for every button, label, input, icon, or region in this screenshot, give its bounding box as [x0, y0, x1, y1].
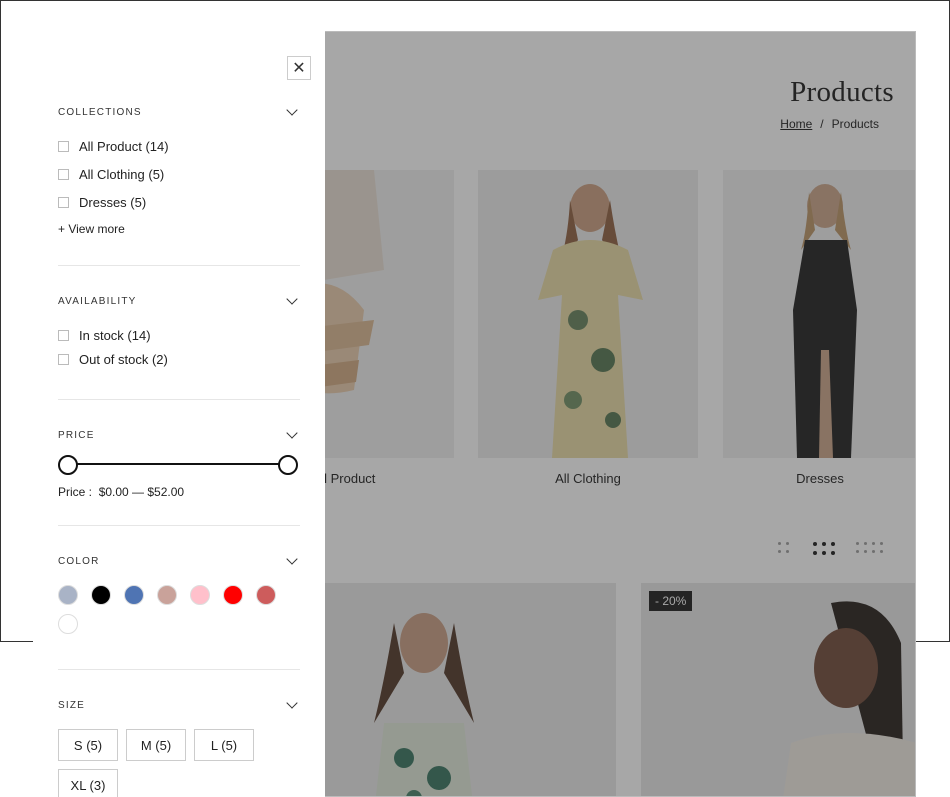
chevron-down-icon — [286, 104, 298, 116]
size-heading: SIZE — [58, 699, 86, 711]
chevron-down-icon — [286, 553, 298, 565]
price-heading: PRICE — [58, 429, 95, 441]
option-label: All Clothing (5) — [79, 166, 165, 182]
color-swatch[interactable] — [223, 585, 243, 605]
availability-filter-header[interactable]: AVAILABILITY — [58, 293, 300, 309]
color-swatch[interactable] — [124, 585, 144, 605]
size-option-l[interactable]: L (5) — [194, 729, 254, 761]
size-filter-header[interactable]: SIZE — [58, 697, 300, 713]
color-filter: COLOR — [58, 553, 300, 643]
chevron-down-icon — [286, 293, 298, 305]
size-filter: SIZE S (5) M (5) L (5) XL (3) — [58, 697, 300, 797]
checkbox[interactable] — [58, 329, 69, 341]
divider — [58, 399, 300, 400]
color-swatch[interactable] — [190, 585, 210, 605]
filter-option-out-of-stock[interactable]: Out of stock (2) — [58, 349, 300, 369]
price-filter: PRICE Price : $0.00 — $52.00 — [58, 427, 300, 499]
close-icon: ✕ — [292, 60, 306, 77]
view-more-link[interactable]: + View more — [58, 222, 300, 236]
filter-option-dresses[interactable]: Dresses (5) — [58, 192, 300, 212]
filter-option-in-stock[interactable]: In stock (14) — [58, 325, 300, 345]
chevron-down-icon — [286, 697, 298, 709]
filter-drawer: ✕ COLLECTIONS All Product (14) All Cloth… — [33, 31, 325, 797]
availability-heading: AVAILABILITY — [58, 295, 137, 307]
size-option-s[interactable]: S (5) — [58, 729, 118, 761]
filter-option-all-product[interactable]: All Product (14) — [58, 136, 300, 156]
price-filter-header[interactable]: PRICE — [58, 427, 300, 443]
color-swatch[interactable] — [157, 585, 177, 605]
option-label: In stock (14) — [79, 327, 151, 343]
close-filter-button[interactable]: ✕ — [287, 56, 311, 80]
checkbox[interactable] — [58, 196, 69, 208]
color-swatch[interactable] — [58, 614, 78, 634]
color-swatch[interactable] — [256, 585, 276, 605]
divider — [58, 525, 300, 526]
collections-filter-header[interactable]: COLLECTIONS — [58, 104, 300, 120]
color-heading: COLOR — [58, 555, 100, 567]
price-max-handle[interactable] — [278, 455, 298, 475]
price-label: Price : — [58, 485, 93, 499]
color-swatches — [58, 585, 300, 643]
price-range-value: $0.00 — $52.00 — [98, 485, 185, 499]
collections-heading: COLLECTIONS — [58, 106, 142, 118]
price-range-text: Price : $0.00 — $52.00 — [58, 485, 300, 499]
availability-filter: AVAILABILITY In stock (14) Out of stock … — [58, 293, 300, 369]
option-label: Dresses (5) — [79, 194, 147, 210]
collections-filter: COLLECTIONS All Product (14) All Clothin… — [58, 104, 300, 236]
option-label: All Product (14) — [79, 138, 169, 154]
color-swatch[interactable] — [58, 585, 78, 605]
checkbox[interactable] — [58, 168, 69, 180]
size-option-m[interactable]: M (5) — [126, 729, 186, 761]
color-filter-header[interactable]: COLOR — [58, 553, 300, 569]
divider — [58, 669, 300, 670]
divider — [58, 265, 300, 266]
color-swatch[interactable] — [91, 585, 111, 605]
size-option-xl[interactable]: XL (3) — [58, 769, 118, 797]
filter-option-all-clothing[interactable]: All Clothing (5) — [58, 164, 300, 184]
checkbox[interactable] — [58, 140, 69, 152]
option-label: Out of stock (2) — [79, 351, 168, 367]
slider-track — [68, 463, 288, 465]
chevron-down-icon — [286, 427, 298, 439]
price-range-slider[interactable] — [58, 455, 300, 475]
price-min-handle[interactable] — [58, 455, 78, 475]
checkbox[interactable] — [58, 353, 69, 365]
